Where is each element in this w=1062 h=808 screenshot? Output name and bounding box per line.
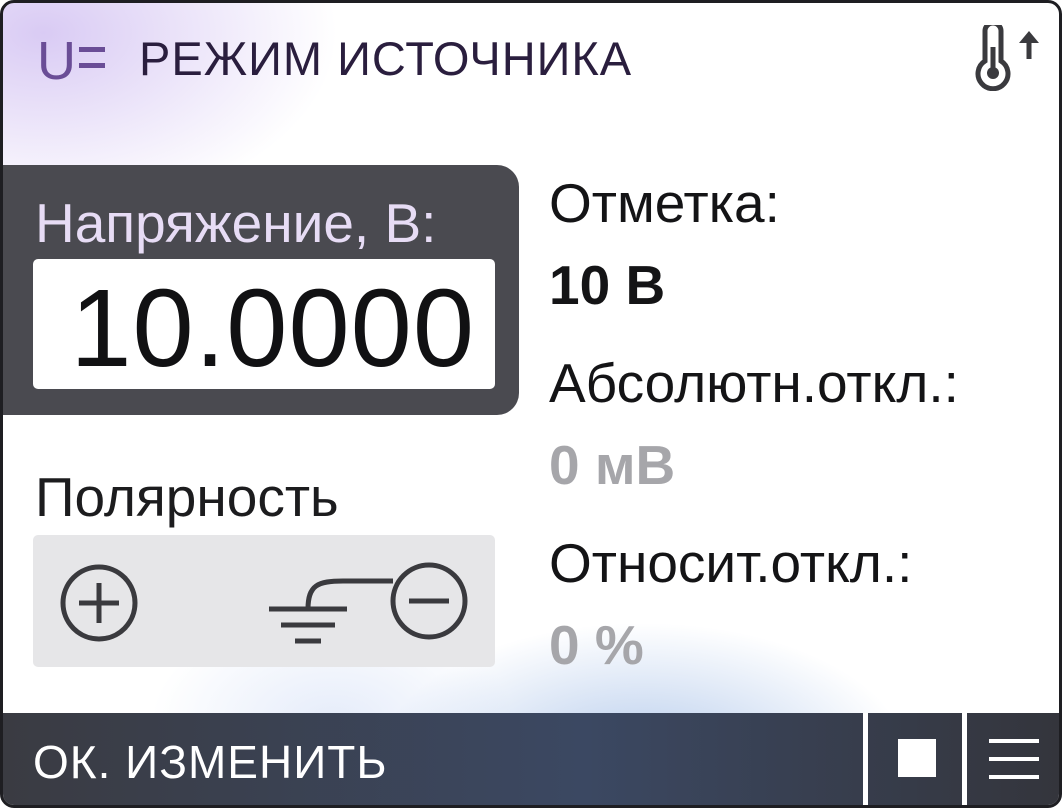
stop-icon [898,739,936,777]
rel-deviation-label: Относит.откл.: [549,532,913,594]
ok-change-button[interactable]: ОК. ИЗМЕНИТЬ [33,735,388,789]
menu-icon-line [989,775,1039,779]
abs-deviation-label: Абсолютн.откл.: [549,352,959,414]
mark-value: 10 В [549,254,666,316]
voltage-panel[interactable]: Напряжение, В: 10.0000 [3,165,519,415]
rel-deviation-value: 0 % [549,614,644,676]
voltage-value: 10.0000 [70,267,475,390]
menu-button[interactable] [969,713,1059,805]
header: U РЕЖИМ ИСТОЧНИКА [3,3,1059,113]
footer-divider [863,713,868,805]
menu-icon-line [989,757,1039,761]
dc-voltage-icon: U [37,33,105,85]
stop-button[interactable] [871,713,965,805]
ground-minus-switch-icon[interactable] [263,555,473,655]
source-mode-screen: U РЕЖИМ ИСТОЧНИКА Напряжение, В: 10.0000… [0,0,1062,808]
abs-deviation-value: 0 мВ [549,434,676,496]
footer-bar: ОК. ИЗМЕНИТЬ [3,713,1059,805]
voltage-label: Напряжение, В: [35,192,437,254]
menu-icon [989,739,1039,743]
polarity-label: Полярность [35,466,339,528]
polarity-selector[interactable] [33,535,495,667]
thermometer-up-icon[interactable] [969,25,1049,91]
page-title: РЕЖИМ ИСТОЧНИКА [139,32,633,85]
footer-divider [962,713,967,805]
plus-circle-icon[interactable] [57,561,141,645]
voltage-input[interactable]: 10.0000 [33,259,495,390]
mode-icon-letter: U [37,33,76,85]
mark-label: Отметка: [549,172,780,234]
